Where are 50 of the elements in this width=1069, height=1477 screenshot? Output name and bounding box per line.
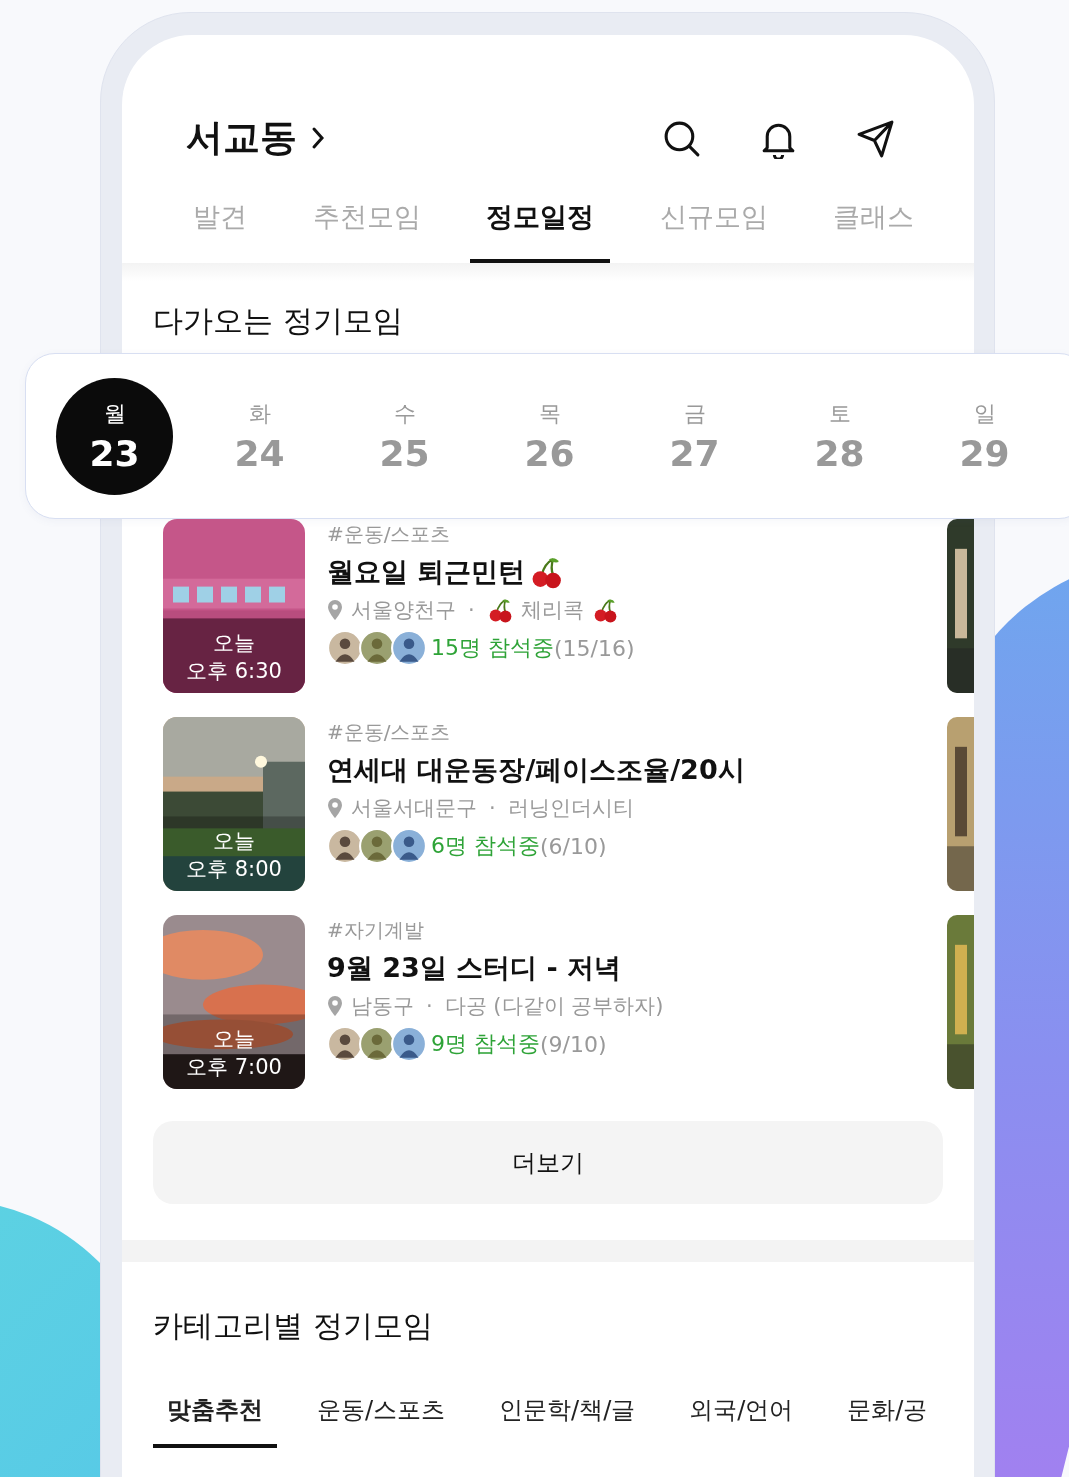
region-text: 남동구: [351, 993, 414, 1020]
capacity-text: (15/16): [554, 635, 635, 661]
club-name: 러닝인더시티: [507, 795, 634, 822]
section-title: 다가오는 정기모임: [152, 302, 404, 340]
location-pin-icon: [327, 995, 343, 1017]
avatar: [327, 630, 363, 666]
meetup-time: 오후 6:30: [186, 658, 282, 685]
location-selector[interactable]: 서교동: [186, 113, 325, 163]
meetup-title[interactable]: 9월 23일 스터디 - 저녁: [327, 950, 622, 986]
avatar: [327, 1026, 363, 1062]
day-label: 오늘: [213, 1026, 255, 1053]
category-tag: #운동/스포츠: [327, 521, 947, 548]
capacity-text: (9/10): [540, 1031, 607, 1057]
location-pin-icon: [327, 599, 343, 621]
avatar: [359, 630, 395, 666]
avatar: [359, 1026, 395, 1062]
category-tab[interactable]: 문화/공: [833, 1394, 942, 1448]
avatar: [359, 828, 395, 864]
category-tag: #자기계발: [327, 917, 947, 944]
region-text: 서울양천구: [351, 597, 456, 624]
region-text: 서울서대문구: [351, 795, 477, 822]
day-label: 오늘: [213, 828, 255, 855]
day-label: 오늘: [213, 630, 255, 657]
meetup-time: 오후 8:00: [186, 856, 282, 883]
category-tab[interactable]: 인문학/책/글: [485, 1394, 650, 1448]
meetup-title[interactable]: 연세대 대운동장/페이스조율/20시: [327, 752, 745, 788]
meetup-title[interactable]: 월요일 퇴근민턴: [327, 554, 526, 590]
location-pin-icon: [327, 797, 343, 819]
avatar: [327, 828, 363, 864]
attendance-count: 15명 참석중: [431, 634, 554, 662]
meetup-time: 오후 7:00: [186, 1054, 282, 1081]
date-button[interactable]: 월 23: [56, 377, 173, 495]
attendance-count: 6명 참석중: [431, 832, 540, 860]
chevron-icon: [311, 126, 325, 150]
category-tab[interactable]: 맞춤추천: [153, 1394, 277, 1448]
more-button[interactable]: 더보기: [153, 1121, 943, 1204]
avatar: [391, 630, 427, 666]
category-tag: #운동/스포츠: [327, 719, 947, 746]
separator-dot: ·: [488, 796, 497, 820]
separator-dot: ·: [425, 994, 434, 1018]
attendance-count: 9명 참석중: [431, 1030, 540, 1058]
avatar: [391, 1026, 427, 1062]
capacity-text: (6/10): [540, 833, 607, 859]
category-tab[interactable]: 외국/언어: [675, 1394, 808, 1448]
category-tab[interactable]: 운동/스포츠: [303, 1394, 460, 1448]
club-name: 다공 (다같이 공부하자): [444, 993, 664, 1020]
section-title: 카테고리별 정기모임: [152, 1307, 434, 1345]
separator-dot: ·: [467, 598, 476, 622]
avatar: [391, 828, 427, 864]
club-name: 체리콕: [520, 597, 584, 624]
